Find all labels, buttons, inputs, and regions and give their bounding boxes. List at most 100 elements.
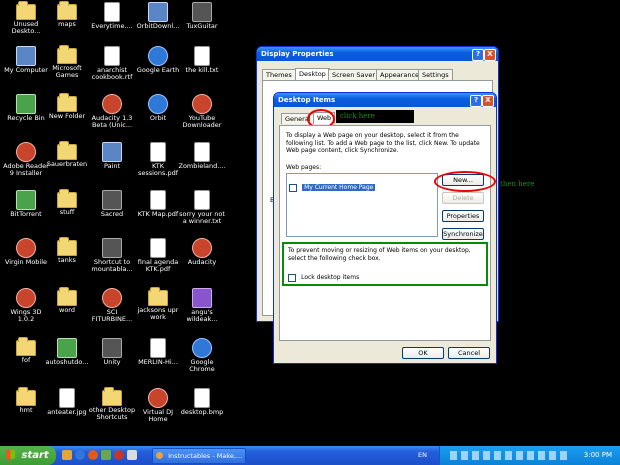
document-icon: [194, 388, 210, 408]
desktop-icon-label: Google Earth: [136, 66, 180, 74]
desktop-icon-label: KTK Map.pdf: [137, 210, 179, 218]
display-properties-titlebar[interactable]: Display Properties ? X: [257, 47, 498, 61]
tray-icons[interactable]: [450, 451, 570, 460]
desktop-icon[interactable]: Paint: [88, 142, 136, 194]
desktop-icon-label: New Folder: [48, 112, 86, 120]
app-icon: [16, 238, 36, 258]
quick-launch-icon-6[interactable]: [127, 450, 137, 460]
close-button[interactable]: X: [484, 49, 496, 61]
lock-checkbox[interactable]: [288, 273, 296, 282]
desktop-icon[interactable]: New Folder: [43, 93, 91, 146]
desktop-icon-label: anteater.jpg: [47, 408, 87, 416]
desktop-icon[interactable]: SCI FITURBINE...: [88, 288, 136, 340]
desktop-icon[interactable]: MERLIN-Hi...: [134, 338, 182, 390]
desktop-icon[interactable]: Microsoft Games: [43, 45, 91, 98]
desktop-icon[interactable]: anarchist cookbook.rtf: [88, 46, 136, 98]
desktop-icon[interactable]: KTK sessions.pdf: [134, 142, 182, 194]
desktop-icon-label: MERLIN-Hi...: [138, 358, 178, 366]
start-button[interactable]: start: [0, 446, 56, 465]
desktop-icon-label: KTK sessions.pdf: [137, 162, 179, 177]
desktop-icon[interactable]: YouTube Downloader: [178, 94, 226, 146]
folder-icon: [16, 387, 36, 406]
desktop-icon[interactable]: stuff: [43, 189, 91, 242]
ok-button[interactable]: OK: [402, 347, 444, 359]
quick-launch-icon-5[interactable]: [114, 450, 124, 460]
quick-launch: [62, 450, 142, 461]
app-icon: [148, 46, 168, 66]
desktop-icon[interactable]: other Desktop Shortcuts: [88, 387, 136, 440]
close-button[interactable]: X: [482, 95, 494, 107]
desktop-icon[interactable]: desktop.bmp: [178, 388, 226, 440]
web-pages-list[interactable]: My Current Home Page: [286, 173, 438, 237]
start-label: start: [21, 450, 49, 461]
clock[interactable]: 3:00 PM: [584, 451, 612, 459]
desktop-icon-label: Microsoft Games: [52, 64, 82, 79]
properties-button[interactable]: Properties: [442, 210, 484, 222]
desktop-icon[interactable]: Sauerbraten: [43, 141, 91, 194]
quick-launch-icon-3[interactable]: [88, 450, 98, 460]
app-icon: [16, 142, 36, 162]
desktop-icon-label: stuff: [59, 208, 75, 216]
desktop-icon[interactable]: sorry your not a winner.txt: [178, 190, 226, 242]
help-button[interactable]: ?: [472, 49, 484, 61]
help-button[interactable]: ?: [470, 95, 482, 107]
web-pages-label: Web pages:: [286, 164, 322, 171]
desktop-icon[interactable]: Unity: [88, 338, 136, 390]
desktop-icon[interactable]: Virtual DJ Home: [134, 388, 182, 440]
system-tray: 3:00 PM: [439, 446, 620, 465]
list-item[interactable]: My Current Home Page: [289, 177, 376, 192]
document-icon: [150, 238, 166, 258]
desktop-icon[interactable]: Audacity: [178, 238, 226, 290]
web-description: To display a Web page on your desktop, s…: [286, 132, 480, 154]
quick-launch-icon-2[interactable]: [75, 450, 85, 460]
desktop-icon[interactable]: Zombieland....: [178, 142, 226, 194]
desktop-icon[interactable]: tanks: [43, 237, 91, 290]
desktop-icon[interactable]: Audacity 1.3 Beta (Unic...: [88, 94, 136, 146]
tab-screen-saver[interactable]: Screen Saver: [328, 69, 380, 80]
checkbox[interactable]: [289, 183, 297, 192]
desktop-icon-label: SCI FITURBINE...: [91, 308, 133, 323]
tab-appearance[interactable]: Appearance: [376, 69, 424, 80]
desktop-icon[interactable]: autoshutdo...: [43, 338, 91, 390]
delete-button[interactable]: Delete: [442, 192, 484, 204]
web-tab-annotation: click here: [340, 112, 375, 120]
app-icon: [102, 338, 122, 358]
app-icon: [16, 190, 36, 210]
desktop-icon-label: Google Chrome: [189, 358, 215, 373]
synchronize-button[interactable]: Synchronize: [442, 228, 484, 240]
folder-icon: [57, 1, 77, 20]
desktop-icon[interactable]: angu's wildeak...: [178, 288, 226, 340]
document-icon: [150, 190, 166, 210]
desktop-icon[interactable]: KTK Map.pdf: [134, 190, 182, 242]
desktop-items-titlebar[interactable]: Desktop Items ? X: [274, 93, 496, 107]
language-indicator[interactable]: EN: [418, 451, 427, 459]
desktop-icon[interactable]: word: [43, 287, 91, 340]
desktop-icon-label: YouTube Downloader: [182, 114, 222, 129]
document-icon: [150, 338, 166, 358]
desktop-icon[interactable]: anteater.jpg: [43, 388, 91, 440]
quick-launch-icon-4[interactable]: [101, 450, 111, 460]
desktop-icon[interactable]: Google Chrome: [178, 338, 226, 390]
desktop-icon[interactable]: jacksons upr work: [134, 287, 182, 340]
tab-themes[interactable]: Themes: [262, 69, 296, 80]
taskbar: start Instructables - Make,... EN 3:00 P…: [0, 446, 620, 465]
tab-desktop[interactable]: Desktop: [295, 68, 330, 80]
desktop-icon-label: jacksons upr work: [137, 306, 179, 321]
quick-launch-icon-1[interactable]: [62, 450, 72, 460]
desktop-icon[interactable]: the kill.txt: [178, 46, 226, 98]
desktop-items-dialog: Desktop Items ? X General Web click here…: [273, 92, 497, 364]
document-icon: [194, 46, 210, 66]
taskbar-task-instructables[interactable]: Instructables - Make,...: [152, 448, 246, 464]
desktop-icon-label: Sacred: [100, 210, 124, 218]
window-title: Display Properties: [261, 50, 334, 58]
document-icon: [104, 46, 120, 66]
cancel-button[interactable]: Cancel: [448, 347, 490, 359]
desktop-icon[interactable]: Orbit: [134, 94, 182, 146]
desktop-icon[interactable]: Sacred: [88, 190, 136, 242]
desktop-icon[interactable]: Shortcut to mountabla...: [88, 238, 136, 290]
desktop-icon[interactable]: final agenda KTK.pdf: [134, 238, 182, 290]
lock-checkbox-row[interactable]: Lock desktop items: [288, 267, 359, 282]
tab-settings[interactable]: Settings: [418, 69, 453, 80]
document-icon: [59, 388, 75, 408]
desktop-icon[interactable]: Google Earth: [134, 46, 182, 98]
